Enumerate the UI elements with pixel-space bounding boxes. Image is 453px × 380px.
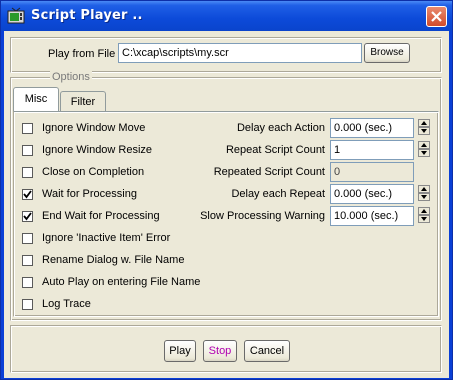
play-from-file-label: Play from File bbox=[48, 48, 116, 60]
wait-for-processing-label: Wait for Processing bbox=[42, 188, 137, 200]
options-group-title: Options bbox=[50, 71, 92, 83]
tab-misc-label: Misc bbox=[24, 93, 48, 105]
end-wait-for-processing-label: End Wait for Processing bbox=[42, 210, 160, 222]
ignore-inactive-item-error-checkbox[interactable] bbox=[22, 233, 33, 244]
spin-down-button[interactable] bbox=[418, 215, 430, 223]
delay-each-repeat-input[interactable]: 0.000 (sec.) bbox=[330, 184, 414, 204]
tab-filter-label: Filter bbox=[70, 96, 96, 108]
slow-processing-warning-spinner[interactable] bbox=[418, 207, 430, 223]
spin-up-button[interactable] bbox=[418, 119, 430, 127]
close-button[interactable] bbox=[426, 6, 447, 27]
slow-processing-warning-label: Slow Processing Warning bbox=[200, 210, 325, 222]
rename-dialog-label: Rename Dialog w. File Name bbox=[42, 254, 185, 266]
spin-up-button[interactable] bbox=[418, 141, 430, 149]
ignore-window-resize-label: Ignore Window Resize bbox=[42, 144, 153, 156]
repeat-script-count-spinner[interactable] bbox=[418, 141, 430, 157]
rename-dialog-checkbox[interactable] bbox=[22, 255, 33, 266]
browse-button[interactable]: Browse bbox=[364, 43, 410, 63]
auto-play-checkbox[interactable] bbox=[22, 277, 33, 288]
play-button[interactable]: Play bbox=[164, 340, 196, 362]
checkmark-icon bbox=[23, 212, 32, 221]
spin-up-button[interactable] bbox=[418, 185, 430, 193]
slow-processing-warning-input[interactable]: 10.000 (sec.) bbox=[330, 206, 414, 226]
spin-down-icon bbox=[421, 217, 427, 221]
delay-each-repeat-label: Delay each Repeat bbox=[231, 188, 325, 200]
script-player-app-icon bbox=[7, 7, 25, 25]
file-path-input[interactable]: C:\xcap\scripts\my.scr bbox=[118, 43, 362, 63]
delay-each-action-label: Delay each Action bbox=[236, 122, 325, 134]
spin-up-icon bbox=[421, 121, 427, 125]
log-trace-label: Log Trace bbox=[42, 298, 91, 310]
delay-each-repeat-spinner[interactable] bbox=[418, 185, 430, 201]
spin-down-button[interactable] bbox=[418, 149, 430, 157]
spin-down-icon bbox=[421, 129, 427, 133]
close-icon bbox=[431, 11, 442, 22]
ignore-inactive-item-error-label: Ignore 'Inactive Item' Error bbox=[42, 232, 171, 244]
ignore-window-move-checkbox[interactable] bbox=[22, 123, 33, 134]
auto-play-label: Auto Play on entering File Name bbox=[42, 276, 201, 288]
repeat-script-count-input[interactable]: 1 bbox=[330, 140, 414, 160]
script-player-window: Script Player .. Play from File C:\xcap\… bbox=[0, 0, 453, 380]
repeated-script-count-value: 0 bbox=[330, 162, 414, 182]
spin-up-button[interactable] bbox=[418, 207, 430, 215]
dialog-body: Play from File C:\xcap\scripts\my.scr Br… bbox=[4, 31, 449, 378]
delay-each-action-input[interactable]: 0.000 (sec.) bbox=[330, 118, 414, 138]
window-title: Script Player .. bbox=[31, 8, 143, 23]
spin-down-icon bbox=[421, 195, 427, 199]
spin-down-button[interactable] bbox=[418, 193, 430, 201]
cancel-button[interactable]: Cancel bbox=[244, 340, 290, 362]
delay-each-action-spinner[interactable] bbox=[418, 119, 430, 135]
tab-filter[interactable]: Filter bbox=[60, 91, 106, 111]
spin-up-icon bbox=[421, 143, 427, 147]
spin-up-icon bbox=[421, 187, 427, 191]
wait-for-processing-checkbox[interactable] bbox=[22, 189, 33, 200]
spin-down-icon bbox=[421, 151, 427, 155]
checkmark-icon bbox=[23, 190, 32, 199]
log-trace-checkbox[interactable] bbox=[22, 299, 33, 310]
repeated-script-count-label: Repeated Script Count bbox=[213, 166, 325, 178]
stop-button[interactable]: Stop bbox=[203, 340, 237, 362]
close-on-completion-label: Close on Completion bbox=[42, 166, 145, 178]
tab-misc[interactable]: Misc bbox=[13, 87, 59, 111]
spin-up-icon bbox=[421, 209, 427, 213]
ignore-window-resize-checkbox[interactable] bbox=[22, 145, 33, 156]
ignore-window-move-label: Ignore Window Move bbox=[42, 122, 146, 134]
end-wait-for-processing-checkbox[interactable] bbox=[22, 211, 33, 222]
close-on-completion-checkbox[interactable] bbox=[22, 167, 33, 178]
spin-down-button[interactable] bbox=[418, 127, 430, 135]
title-bar[interactable]: Script Player .. bbox=[1, 1, 452, 31]
repeat-script-count-label: Repeat Script Count bbox=[225, 144, 325, 156]
